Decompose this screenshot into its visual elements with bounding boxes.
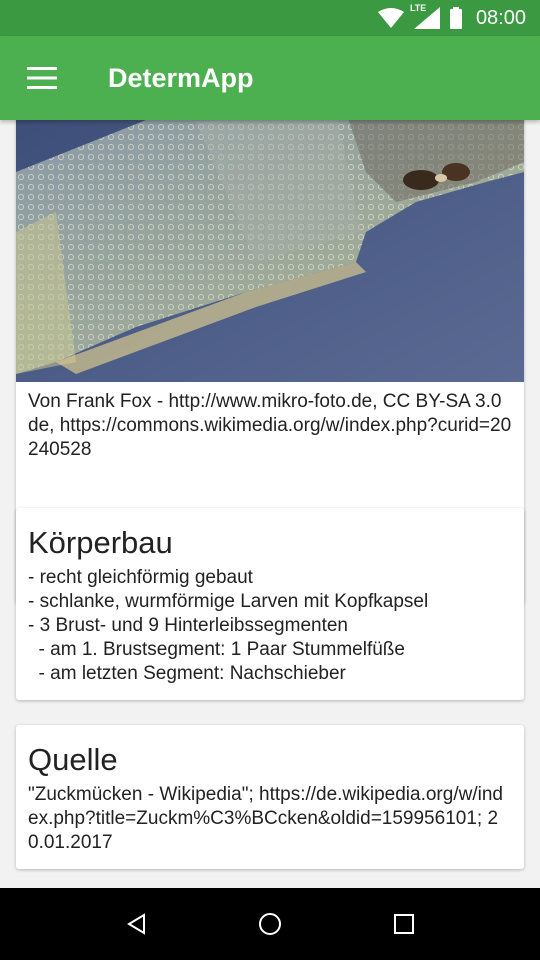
image-caption: Von Frank Fox - http://www.mikro-foto.de… [28,391,512,460]
app-bar: DetermApp [0,36,540,120]
koerperbau-card: Körperbau - recht gleichförmig gebaut - … [16,508,524,700]
status-bar: LTE 08:00 [0,0,540,36]
network-type-label: LTE [409,3,427,13]
quelle-card: Quelle "Zuckmücken - Wikipedia"; https:/… [16,725,524,869]
home-button[interactable] [203,888,337,960]
wifi-icon [377,8,404,28]
recents-button[interactable] [337,888,471,960]
koerperbau-line: - 3 Brust- und 9 Hinterleibssegmenten [28,615,348,636]
menu-button[interactable] [0,36,84,120]
quelle-title: Quelle [28,742,118,777]
quelle-text: "Zuckmücken - Wikipedia"; https://de.wik… [28,784,503,853]
koerperbau-line: - schlanke, wurmförmige Larven mit Kopfk… [28,591,429,612]
back-icon [127,913,145,935]
koerperbau-line: - am letzten Segment: Nachschieber [28,663,346,684]
navigation-bar [0,888,540,960]
battery-icon [449,7,462,29]
signal-icon: LTE [410,3,440,29]
status-time: 08:00 [475,6,526,29]
larva-microscope-photo[interactable] [16,120,524,382]
koerperbau-title: Körperbau [28,525,173,560]
hamburger-menu-icon [27,67,57,89]
content-scroll-area[interactable]: Von Frank Fox - http://www.mikro-foto.de… [0,120,540,888]
koerperbau-line: - am 1. Brustsegment: 1 Paar Stummelfüße [28,639,405,660]
home-icon [259,913,281,935]
app-title: DetermApp [108,62,254,93]
back-button[interactable] [69,888,203,960]
koerperbau-line: - recht gleichförmig gebaut [28,567,253,588]
recents-icon [394,914,414,934]
